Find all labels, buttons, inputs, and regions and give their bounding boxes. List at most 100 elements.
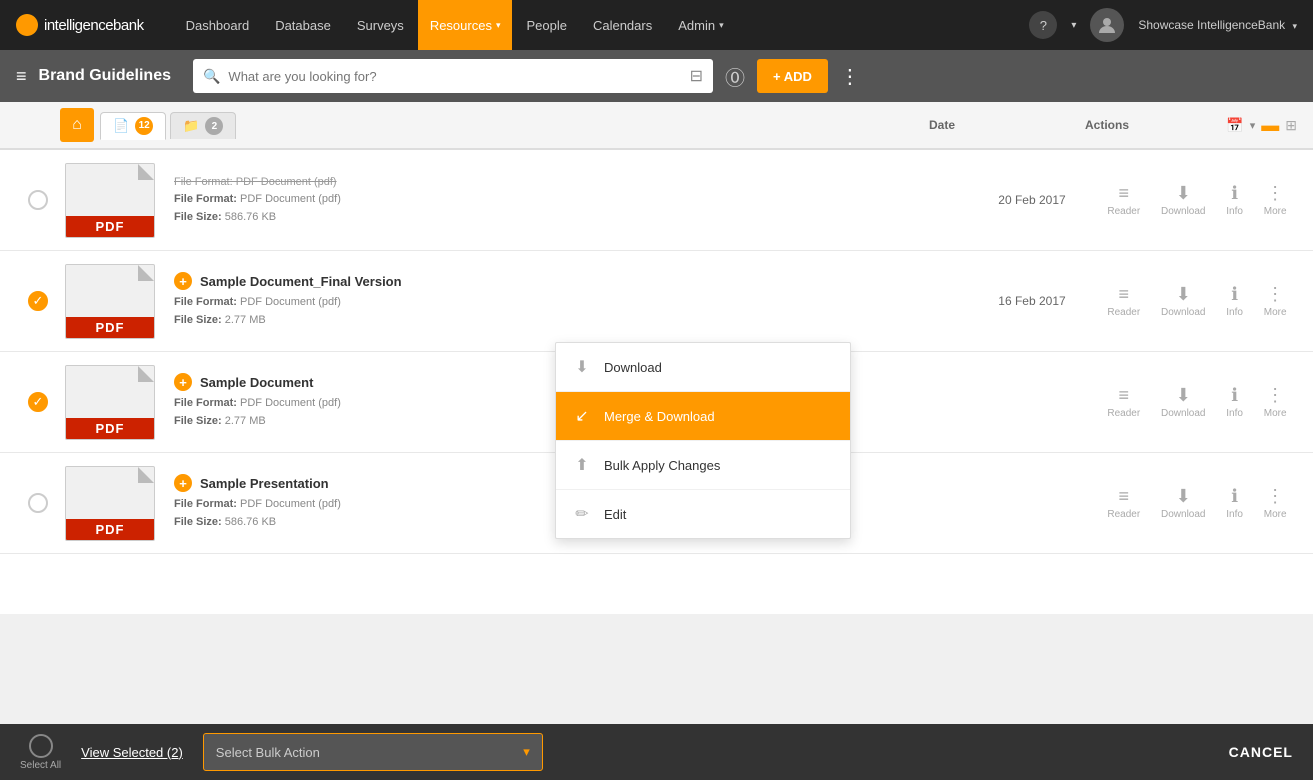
table-row: ✓ PDF + Sample Document File Format: PDF… (0, 352, 1313, 453)
file-add-button-3[interactable]: + (174, 373, 192, 391)
reader-label-4: Reader (1107, 509, 1140, 520)
user-name[interactable]: Showcase IntelligenceBank ▾ (1138, 18, 1297, 32)
info-action-2[interactable]: ℹ Info (1220, 280, 1249, 322)
nav-admin[interactable]: Admin ▾ (666, 0, 735, 50)
reader-action-4[interactable]: ≡ Reader (1101, 482, 1146, 524)
checkbox-3[interactable]: ✓ (28, 392, 48, 412)
list-view-icon[interactable]: ▬ (1261, 115, 1279, 136)
page-title: Brand Guidelines (39, 67, 171, 85)
toolbar-help-icon[interactable]: ⓪ (725, 62, 745, 91)
file-actions-1: ≡ Reader ⬇ Download ℹ Info ⋮ More (1097, 179, 1297, 221)
checkbox-2[interactable]: ✓ (28, 291, 48, 311)
view-arrow-icon[interactable]: ▾ (1250, 119, 1256, 132)
download-label-2: Download (1161, 307, 1205, 318)
reader-label-3: Reader (1107, 408, 1140, 419)
download-action-2[interactable]: ⬇ Download (1155, 280, 1211, 322)
reader-action-2[interactable]: ≡ Reader (1101, 280, 1146, 322)
dropdown-merge-download[interactable]: ↙ Merge & Download (556, 392, 850, 441)
file-thumb-3: PDF (60, 362, 160, 442)
nav-people[interactable]: People (514, 0, 578, 50)
checkbox-area-3: ✓ (16, 392, 60, 412)
file-name-3: Sample Document (200, 375, 313, 390)
calendar-view-icon[interactable]: 📅 (1226, 117, 1243, 134)
more-dots-icon: ⋮ (1266, 183, 1284, 204)
folder-tab[interactable]: 📁 2 (170, 112, 236, 139)
select-all-area[interactable]: Select All (20, 734, 61, 771)
select-all-label: Select All (20, 760, 61, 771)
info-icon: ℹ (1231, 183, 1238, 204)
more-button[interactable]: ⋮ (840, 64, 860, 89)
nav-resources[interactable]: Resources ▾ (418, 0, 513, 50)
folder-tab-icon: 📁 (183, 118, 199, 134)
download-icon-4: ⬇ (1176, 486, 1191, 507)
more-action-4[interactable]: ⋮ More (1258, 482, 1293, 524)
info-action-3[interactable]: ℹ Info (1220, 381, 1249, 423)
search-container: 🔍 ⊟ (193, 59, 713, 93)
info-action-1[interactable]: ℹ Info (1220, 179, 1249, 221)
file-tab-icon: 📄 (113, 118, 129, 134)
reader-action-1[interactable]: ≡ Reader (1101, 179, 1146, 221)
file-thumb-4: PDF (60, 463, 160, 543)
download-icon: ⬇ (1176, 183, 1191, 204)
file-add-button-2[interactable]: + (174, 272, 192, 290)
reader-icon-4: ≡ (1119, 486, 1130, 507)
grid-view-icon[interactable]: ⊞ (1285, 117, 1297, 134)
more-dots-icon-4: ⋮ (1266, 486, 1284, 507)
table-row: ✓ PDF + Sample Document_Final Version Fi… (0, 251, 1313, 352)
more-dots-icon-2: ⋮ (1266, 284, 1284, 305)
file-actions-3: ≡ Reader ⬇ Download ℹ Info ⋮ More (1097, 381, 1297, 423)
dropdown-bulk-apply[interactable]: ⬆ Bulk Apply Changes (556, 441, 850, 490)
more-label: More (1264, 206, 1287, 217)
filter-icon[interactable]: ⊟ (690, 66, 703, 86)
more-label-3: More (1264, 408, 1287, 419)
reader-icon-3: ≡ (1119, 385, 1130, 406)
user-avatar (1090, 8, 1124, 42)
more-action-1[interactable]: ⋮ More (1258, 179, 1293, 221)
nav-surveys[interactable]: Surveys (345, 0, 416, 50)
dropdown-merge-label: Merge & Download (604, 409, 715, 424)
info-action-4[interactable]: ℹ Info (1220, 482, 1249, 524)
download-action-1[interactable]: ⬇ Download (1155, 179, 1211, 221)
actions-header: Actions (1007, 118, 1207, 132)
resources-arrow-icon: ▾ (496, 20, 501, 31)
nav-calendars[interactable]: Calendars (581, 0, 664, 50)
dropdown-download[interactable]: ⬇ Download (556, 343, 850, 392)
file-name-2: Sample Document_Final Version (200, 274, 402, 289)
file-list: PDF File Format: PDF Document (pdf) File… (0, 150, 1313, 614)
info-label-2: Info (1226, 307, 1243, 318)
cancel-button[interactable]: CANCEL (1229, 744, 1293, 760)
dropdown-edit[interactable]: ✏ Edit (556, 490, 850, 538)
checkbox-area-2: ✓ (16, 291, 60, 311)
top-nav: intelligencebank Dashboard Database Surv… (0, 0, 1313, 50)
reader-icon: ≡ (1119, 183, 1130, 204)
view-selected-button[interactable]: View Selected (2) (81, 745, 183, 760)
home-icon[interactable]: ⌂ (60, 108, 94, 142)
dropdown-edit-icon: ✏ (572, 504, 592, 524)
file-name-4: Sample Presentation (200, 476, 329, 491)
file-tab[interactable]: 📄 12 (100, 112, 166, 140)
info-icon-2: ℹ (1231, 284, 1238, 305)
add-button[interactable]: + ADD (757, 59, 828, 93)
help-button[interactable]: ? (1029, 11, 1057, 39)
download-action-3[interactable]: ⬇ Download (1155, 381, 1211, 423)
search-input[interactable] (228, 69, 681, 84)
more-action-3[interactable]: ⋮ More (1258, 381, 1293, 423)
file-add-button-4[interactable]: + (174, 474, 192, 492)
file-date-1: 20 Feb 2017 (967, 193, 1097, 207)
download-icon-2: ⬇ (1176, 284, 1191, 305)
checkbox-area-1 (16, 190, 60, 210)
file-info-1: File Format: PDF Document (pdf) File For… (174, 170, 967, 231)
checkbox-4[interactable] (28, 493, 48, 513)
logo-sun-icon (16, 14, 38, 36)
file-actions-4: ≡ Reader ⬇ Download ℹ Info ⋮ More (1097, 482, 1297, 524)
bulk-action-dropdown: ⬇ Download ↙ Merge & Download ⬆ Bulk App… (555, 342, 851, 539)
bulk-action-select[interactable]: Select Bulk Action ▾ (203, 733, 543, 771)
checkbox-1[interactable] (28, 190, 48, 210)
reader-icon-2: ≡ (1119, 284, 1130, 305)
download-action-4[interactable]: ⬇ Download (1155, 482, 1211, 524)
hamburger-button[interactable]: ≡ (16, 66, 27, 87)
nav-dashboard[interactable]: Dashboard (174, 0, 262, 50)
reader-action-3[interactable]: ≡ Reader (1101, 381, 1146, 423)
more-action-2[interactable]: ⋮ More (1258, 280, 1293, 322)
nav-database[interactable]: Database (263, 0, 343, 50)
